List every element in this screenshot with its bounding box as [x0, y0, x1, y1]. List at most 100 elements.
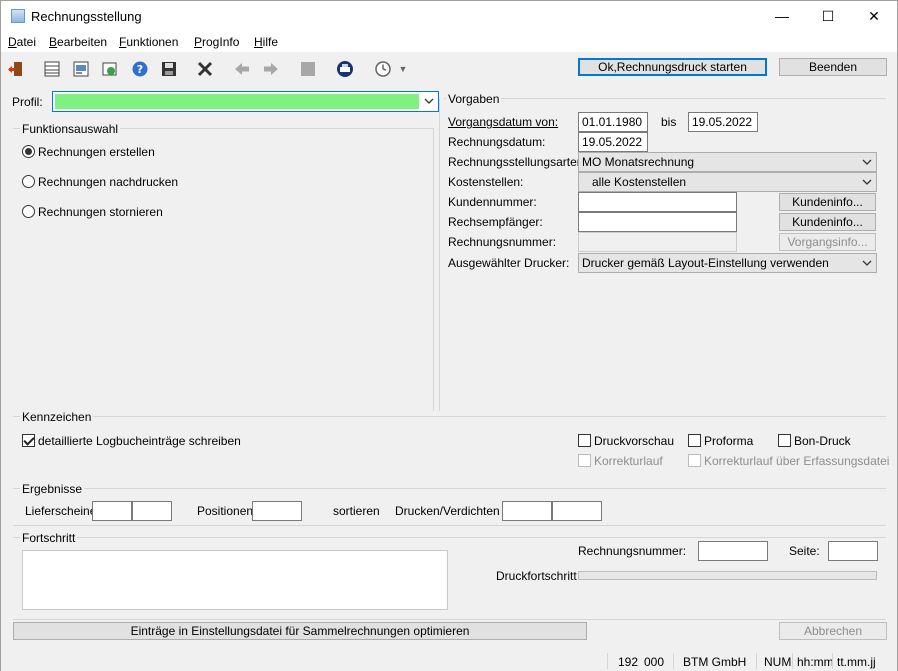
abbrechen-button[interactable]: Abbrechen	[779, 622, 887, 640]
rechnungsnummer-label: Rechnungsnummer:	[448, 235, 557, 249]
save-icon[interactable]	[159, 59, 179, 79]
fortschritt-log-list[interactable]	[22, 550, 448, 610]
radio-label-erstellen: Rechnungen erstellen	[38, 145, 155, 159]
vorgangsdatum-label: Vorgangsdatum von:	[448, 115, 559, 129]
kundennummer-input[interactable]	[578, 192, 737, 212]
lieferscheine-label: Lieferscheine	[25, 504, 97, 518]
kundeninfo-2-button[interactable]: Kundeninfo...	[779, 213, 876, 231]
status-numlock: NUM	[764, 655, 792, 669]
optimize-settings-button[interactable]: Einträge in Einstellungsdatei für Sammel…	[13, 622, 587, 640]
rechnungsempfaenger-input[interactable]	[578, 212, 737, 232]
logbuch-checkbox[interactable]	[22, 434, 35, 447]
form-view-icon[interactable]	[71, 59, 91, 79]
funktionsauswahl-title: Funktionsauswahl	[20, 122, 121, 136]
rechnungsdatum-input[interactable]: 19.05.2022	[578, 132, 648, 152]
stop-icon[interactable]	[298, 59, 318, 79]
rechnungsnummer-input[interactable]	[578, 232, 737, 252]
profile-combobox[interactable]	[52, 91, 439, 112]
lieferscheine-field-1	[92, 501, 132, 521]
menu-datei[interactable]: Datei	[8, 35, 36, 49]
menu-proginfo[interactable]: ProgInfo	[194, 35, 239, 49]
status-number-2: 000	[644, 655, 665, 669]
help-icon[interactable]: ?	[130, 59, 150, 79]
status-separator	[607, 653, 608, 669]
chevron-down-icon	[862, 179, 872, 185]
proforma-label: Proforma	[704, 434, 754, 448]
vorgangsdatum-from-input[interactable]: 01.01.1980	[578, 112, 648, 132]
main-window: Rechnungsstellung — ☐ ✕ Datei Bearbeiten…	[0, 0, 898, 671]
profile-label: Profil:	[12, 95, 43, 109]
vorgangsdatum-to-input[interactable]: 19.05.2022	[688, 112, 758, 132]
chevron-down-icon[interactable]: ▼	[397, 59, 409, 79]
menu-hilfe[interactable]: Hilfe	[254, 35, 278, 49]
vorgaben-title: Vorgaben	[446, 92, 502, 106]
kostenstellen-select[interactable]: alle Kostenstellen	[578, 172, 877, 192]
positionen-field	[252, 501, 302, 521]
arrow-left-icon[interactable]	[232, 59, 252, 79]
drucken-verdichten-label: Drucken/Verdichten	[395, 504, 500, 518]
title-bar: Rechnungsstellung — ☐ ✕	[1, 1, 897, 32]
bondruck-checkbox[interactable]	[778, 434, 791, 447]
clock-icon[interactable]	[373, 59, 393, 79]
list-view-icon[interactable]	[42, 59, 62, 79]
radio-rechnungen-nachdrucken[interactable]	[22, 175, 35, 188]
drucker-select[interactable]: Drucker gemäß Layout-Einstellung verwend…	[578, 253, 877, 273]
vorgaben-group	[444, 98, 886, 99]
menu-funktionen[interactable]: Funktionen	[119, 35, 178, 49]
status-separator	[832, 653, 833, 669]
delete-icon[interactable]	[195, 59, 215, 79]
rechnungsstellungsarten-value: MO Monatsrechnung	[582, 155, 695, 169]
kundeninfo-button[interactable]: Kundeninfo...	[779, 193, 876, 211]
radio-label-stornieren: Rechnungen stornieren	[38, 205, 163, 219]
kostenstellen-value: alle Kostenstellen	[592, 175, 687, 189]
rechnungsstellungsarten-label: Rechnungsstellungsarten:	[448, 155, 587, 169]
chevron-down-icon	[862, 159, 872, 165]
window-title: Rechnungsstellung	[31, 9, 142, 24]
funktionsauswahl-group	[13, 128, 434, 411]
radio-rechnungen-erstellen[interactable]	[22, 145, 35, 158]
menu-bearbeiten[interactable]: Bearbeiten	[49, 35, 107, 49]
exit-button[interactable]: Beenden	[779, 58, 887, 76]
druckfortschritt-label: Druckfortschritt	[496, 569, 577, 583]
drucker-label: Ausgewählter Drucker:	[448, 256, 570, 270]
status-company: BTM GmbH	[683, 655, 747, 669]
app-icon	[11, 9, 25, 23]
printer-icon[interactable]	[335, 59, 355, 79]
fortschritt-rechnungsnummer-label: Rechnungsnummer:	[578, 544, 687, 558]
start-print-button[interactable]: Ok,Rechnungsdruck starten	[578, 58, 767, 76]
status-bar: 192 000 BTM GmbH NUM hh:mm tt.mm.jj	[1, 651, 897, 671]
radio-rechnungen-stornieren[interactable]	[22, 205, 35, 218]
lieferscheine-field-2	[132, 501, 172, 521]
druckvorschau-checkbox[interactable]	[578, 434, 591, 447]
rechnungsstellungsarten-select[interactable]: MO Monatsrechnung	[578, 152, 877, 172]
kundennummer-label: Kundennummer:	[448, 195, 537, 209]
exit-door-icon[interactable]	[6, 59, 26, 79]
menu-bar: Datei Bearbeiten Funktionen ProgInfo Hil…	[1, 32, 897, 52]
radio-label-nachdrucken: Rechnungen nachdrucken	[38, 175, 179, 189]
fortschritt-rechnungsnummer-field	[698, 541, 768, 561]
status-separator	[673, 653, 674, 669]
proforma-checkbox[interactable]	[688, 434, 701, 447]
status-time: hh:mm	[797, 655, 834, 669]
kennzeichen-title: Kennzeichen	[20, 410, 94, 424]
kennzeichen-group	[13, 416, 886, 417]
seite-field	[828, 541, 878, 561]
status-number-1: 192	[618, 655, 639, 669]
vorgangsinfo-button[interactable]: Vorgangsinfo...	[779, 233, 876, 251]
minimize-button[interactable]: —	[759, 1, 805, 32]
korrektur-erfassung-checkbox[interactable]	[688, 454, 701, 467]
druckfortschritt-progressbar	[578, 571, 877, 580]
drucker-value: Drucker gemäß Layout-Einstellung verwend…	[582, 256, 829, 270]
drucken-field-1	[502, 501, 552, 521]
druckvorschau-label: Druckvorschau	[594, 434, 675, 448]
rechnungsempfaenger-label: Rechsempfänger:	[448, 215, 543, 229]
status-date: tt.mm.jj	[837, 655, 876, 669]
seite-label: Seite:	[789, 544, 820, 558]
maximize-button[interactable]: ☐	[805, 1, 851, 32]
close-button[interactable]: ✕	[851, 1, 897, 32]
refresh-icon[interactable]	[100, 59, 120, 79]
korrekturlauf-checkbox[interactable]	[578, 454, 591, 467]
bis-label: bis	[661, 115, 677, 129]
rechnungsdatum-label: Rechnungsdatum:	[448, 135, 546, 149]
arrow-right-icon[interactable]	[261, 59, 281, 79]
